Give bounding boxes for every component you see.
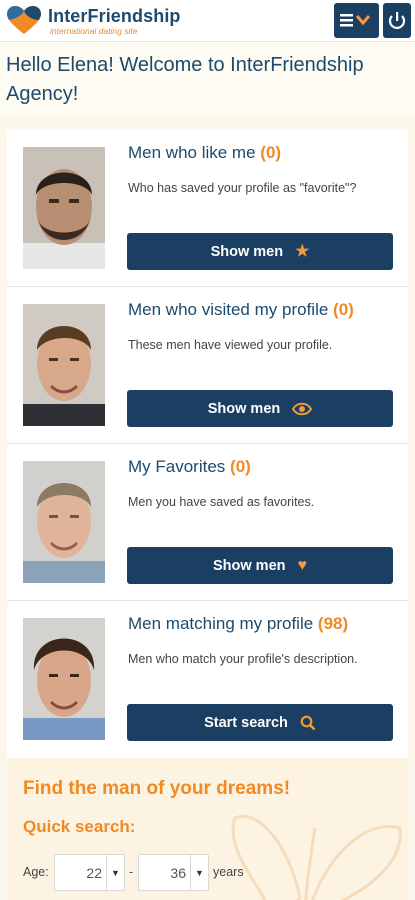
- section-title-text: Men who like me: [128, 143, 256, 162]
- menu-button[interactable]: [334, 3, 379, 38]
- section-count: (0): [230, 457, 251, 476]
- section-title-text: Men who visited my profile: [128, 300, 329, 319]
- section-title: Men who visited my profile (0): [128, 300, 354, 320]
- section-title-text: My Favorites: [128, 457, 226, 476]
- logout-button[interactable]: [383, 3, 411, 38]
- section-count: (0): [333, 300, 354, 319]
- profile-photo: [23, 618, 105, 740]
- chevron-down-icon: ▼: [106, 855, 124, 890]
- section-men-who-like-me: Men who like me (0) Who has saved your p…: [7, 130, 408, 287]
- show-men-button[interactable]: Show men ♥: [127, 547, 393, 584]
- section-description: These men have viewed your profile.: [128, 338, 333, 352]
- butterfly-watermark-icon: [231, 815, 402, 900]
- section-my-favorites: My Favorites (0) Men you have saved as f…: [7, 444, 408, 601]
- section-title-text: Men matching my profile: [128, 614, 314, 633]
- button-label: Start search: [204, 714, 288, 731]
- hamburger-chevron-icon: [340, 14, 371, 27]
- section-count: (0): [260, 143, 282, 162]
- section-count: (98): [317, 614, 349, 633]
- chevron-down-icon: ▼: [190, 855, 208, 890]
- age-to-value: 36: [170, 865, 186, 881]
- section-men-who-visited: Men who visited my profile (0) These men…: [7, 287, 408, 444]
- section-title: My Favorites (0): [128, 457, 251, 477]
- eye-icon: [292, 402, 313, 415]
- section-men-matching: Men matching my profile (98) Men who mat…: [7, 601, 408, 758]
- profile-photo: [23, 147, 105, 269]
- age-label: Age:: [23, 865, 49, 879]
- section-description: Men who match your profile's description…: [128, 652, 358, 666]
- section-description: Who has saved your profile as "favorite"…: [128, 181, 357, 195]
- age-from-select[interactable]: 22 ▼: [54, 854, 125, 891]
- heart-logo-icon[interactable]: [6, 6, 42, 36]
- age-from-value: 22: [86, 865, 102, 881]
- show-men-button[interactable]: Show men ★: [127, 233, 393, 270]
- power-icon: [388, 12, 406, 29]
- top-bar: InterFriendship international dating sit…: [0, 0, 415, 42]
- profile-photo: [23, 304, 105, 426]
- start-search-button[interactable]: Start search: [127, 704, 393, 741]
- brand-tagline: international dating site: [50, 26, 138, 36]
- button-label: Show men: [210, 243, 284, 260]
- button-label: Show men: [212, 557, 286, 574]
- search-icon: [300, 715, 316, 730]
- quick-search-heading: Find the man of your dreams!: [23, 778, 291, 799]
- welcome-message: Hello Elena! Welcome to InterFriendship …: [0, 42, 415, 114]
- show-men-button[interactable]: Show men: [127, 390, 393, 427]
- button-label: Show men: [207, 400, 281, 417]
- profile-photo: [23, 461, 105, 583]
- quick-search-subheading: Quick search:: [23, 817, 136, 836]
- section-description: Men you have saved as favorites.: [128, 495, 315, 509]
- heart-icon: ♥: [297, 556, 308, 574]
- section-title: Men who like me (0): [128, 143, 281, 163]
- section-title: Men matching my profile (98): [128, 614, 348, 634]
- star-icon: ★: [295, 242, 310, 260]
- brand-name[interactable]: InterFriendship: [48, 6, 181, 27]
- years-label: years: [213, 865, 244, 879]
- quick-search-panel: Find the man of your dreams! Quick searc…: [7, 758, 408, 900]
- age-to-select[interactable]: 36 ▼: [138, 854, 209, 891]
- dashboard-card: Men who like me (0) Who has saved your p…: [7, 130, 408, 900]
- age-separator: -: [129, 864, 134, 879]
